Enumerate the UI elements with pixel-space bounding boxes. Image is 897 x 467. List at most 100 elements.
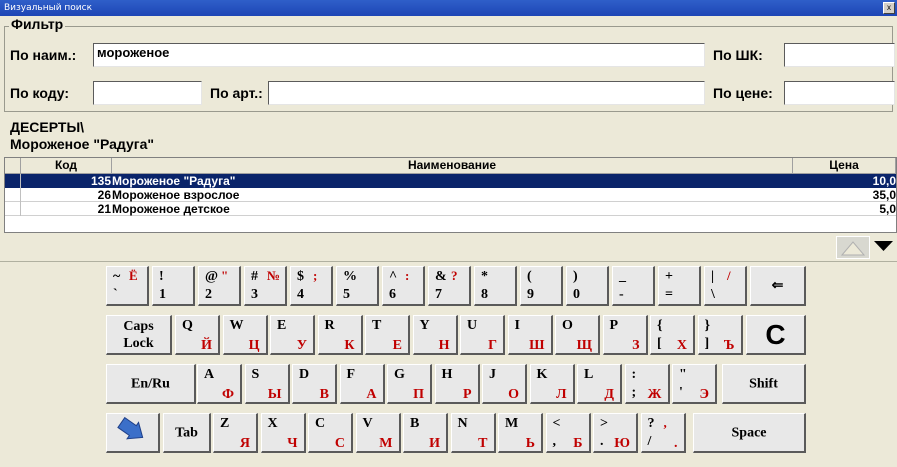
space-key[interactable]: Space [693,413,806,453]
header-indicator [5,158,21,174]
key[interactable]: &? 7 [428,266,471,306]
key[interactable]: CС [308,413,353,453]
key-cyrillic-label: Н [438,338,450,353]
key[interactable]: LД [577,364,622,404]
key-bottom-label: ' [679,385,683,400]
key[interactable]: * 8 [474,266,517,306]
scroll-up-button[interactable] [836,236,870,259]
key[interactable]: MЬ [498,413,543,453]
cell-price: 35,0 [872,188,896,202]
key[interactable]: @ " 2 [198,266,241,306]
key-top-label: ) [573,269,578,284]
header-name[interactable]: Наименование [112,158,793,174]
key[interactable]: DВ [292,364,337,404]
key[interactable]: GП [387,364,432,404]
key[interactable]: ^:6 [382,266,425,306]
key[interactable]: AФ [197,364,242,404]
cell-code: 26 [97,188,111,202]
key[interactable]: JО [482,364,527,404]
key[interactable]: + = [658,266,701,306]
language-switch-key-label: En/Ru [131,376,170,391]
key[interactable]: _ - [612,266,655,306]
shift-key[interactable]: Shift [722,364,806,404]
key[interactable]: ZЯ [213,413,258,453]
key[interactable]: PЗ [602,315,648,355]
key-top-alt-label: Ё [129,268,138,283]
key[interactable]: # № 3 [244,266,287,306]
key[interactable]: ) 0 [566,266,609,306]
title-bar: Визуальный поиск x [0,0,897,16]
key[interactable]: (9 [520,266,563,306]
key[interactable]: <, Б [545,413,591,453]
price-input[interactable] [784,81,895,105]
table-row[interactable]: 135 Мороженое "Радуга" 10,0 [5,174,896,188]
key[interactable]: TЕ [365,315,410,355]
key[interactable]: ~ Ё ` [106,266,149,306]
barcode-input[interactable] [784,43,895,67]
close-button[interactable]: x [883,2,895,14]
key-top-label: V [362,416,373,431]
key-top-label: C [315,416,326,431]
key[interactable]: :; Ж [624,364,670,404]
key-cyrillic-label: С [334,436,345,451]
key-bottom-label: ` [113,287,118,302]
scroll-down-button[interactable] [870,236,897,259]
cell-name: Мороженое "Радуга" [112,174,236,188]
key[interactable]: VМ [355,413,401,453]
key-bottom-label: ; [631,385,637,400]
caps-lock-key[interactable]: Caps Lock [106,315,172,355]
key-cyrillic-label: Л [556,387,567,402]
code-input[interactable] [93,81,202,105]
article-input[interactable] [268,81,705,105]
cell-name: Мороженое взрослое [112,188,240,202]
key-bottom-label: . [600,434,604,449]
key[interactable]: RК [317,315,363,355]
key[interactable]: ?, /. [640,413,686,453]
backspace-key[interactable]: ⇐ [750,266,806,306]
header-code[interactable]: Код [21,158,112,174]
key-bottom-label: 4 [297,287,304,302]
key-top-label: X [267,416,278,431]
key[interactable]: " ' Э [672,364,717,404]
key[interactable]: YН [412,315,458,355]
key-cyrillic-label: Ш [529,338,545,353]
key[interactable]: NТ [450,413,496,453]
key[interactable]: SЫ [244,364,290,404]
key[interactable]: $; 4 [290,266,333,306]
key[interactable]: EУ [270,315,315,355]
clear-key[interactable]: C [746,315,806,355]
key-top-label: # [251,269,258,284]
key[interactable]: ! 1 [152,266,195,306]
key[interactable]: {[Х [650,315,695,355]
key[interactable]: | / \ [704,266,747,306]
key[interactable]: UГ [460,315,505,355]
key[interactable]: KЛ [529,364,575,404]
key[interactable]: }] Ъ [697,315,743,355]
key-bottom-label: 2 [205,287,212,302]
key[interactable]: % 5 [336,266,379,306]
name-search-input[interactable]: мороженое [93,43,705,67]
table-row[interactable]: 26 Мороженое взрослое 35,0 [5,188,896,202]
cell-price: 5,0 [879,202,896,216]
table-row[interactable]: 21 Мороженое детское 5,0 [5,202,896,216]
key[interactable]: XЧ [260,413,306,453]
key[interactable]: HР [434,364,480,404]
key[interactable]: QЙ [175,315,220,355]
key[interactable]: >. Ю [593,413,638,453]
tab-key[interactable]: Tab [163,413,211,453]
language-switch-key[interactable]: En/Ru [106,364,196,404]
special-key[interactable] [106,413,160,453]
key[interactable]: IШ [507,315,553,355]
key[interactable]: BИ [403,413,448,453]
key[interactable]: OЩ [555,315,600,355]
key-top-alt-label: ; [313,268,318,283]
header-price[interactable]: Цена [793,158,896,174]
key[interactable]: FА [339,364,385,404]
key-cyrillic-label: Я [239,436,250,451]
key-top-label: B [410,416,420,431]
key-cyrillic-label: Э [699,387,710,402]
breadcrumb-folder[interactable]: ДЕСЕРТЫ\ [10,119,84,135]
key-cyrillic-label: Б [573,436,583,451]
key-top-label: G [394,367,405,382]
key[interactable]: WЦ [222,315,268,355]
